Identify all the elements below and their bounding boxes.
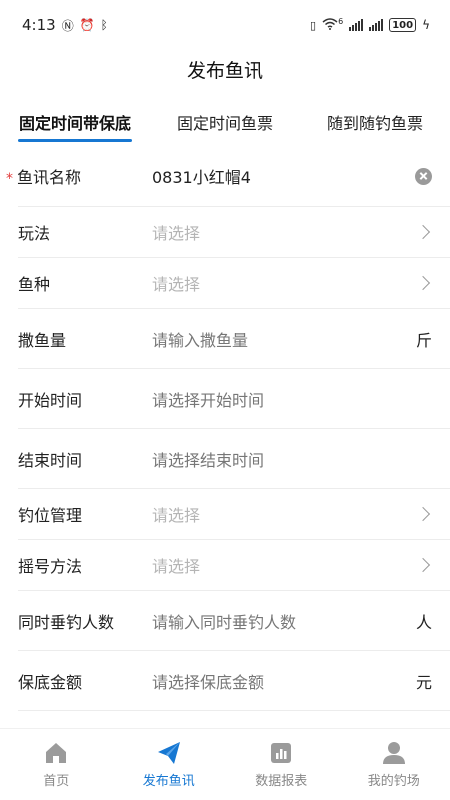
- clear-icon[interactable]: [415, 167, 432, 185]
- status-bar: 4:13 Ⓝ ⏰ ᛒ ▯ 6 100 ϟ: [0, 0, 450, 50]
- unit-label: 元: [415, 672, 432, 692]
- guarantee-amount-picker[interactable]: 请选择保底金额: [152, 669, 416, 693]
- field-label: 鱼种: [18, 275, 51, 294]
- status-right: ▯ 6 100 ϟ: [310, 16, 430, 33]
- nfc-icon: Ⓝ: [61, 18, 74, 33]
- form-row-name: * 鱼讯名称 0831小红帽4: [6, 146, 450, 207]
- signal-icon: [349, 19, 364, 31]
- field-label: 保底金额: [18, 672, 83, 692]
- battery-icon: 100: [389, 18, 417, 32]
- bluetooth-icon: ᛒ: [100, 18, 108, 32]
- nav-my-pond[interactable]: 我的钓场: [338, 729, 450, 800]
- nav-publish[interactable]: 发布鱼讯: [113, 729, 226, 800]
- unit-label: 人: [415, 612, 432, 632]
- page-title: 发布鱼讯: [186, 60, 263, 82]
- start-time-picker[interactable]: 请选择开始时间: [152, 387, 432, 411]
- wifi-badge: 6: [338, 16, 344, 26]
- nav-home[interactable]: 首页: [0, 729, 113, 800]
- chevron-right-icon: [415, 557, 431, 573]
- tab-bar: 固定时间带保底 固定时间鱼票 随到随钓鱼票: [0, 104, 450, 144]
- charging-icon: ϟ: [422, 18, 430, 32]
- user-icon: [382, 742, 405, 764]
- fish-info-name-input[interactable]: 0831小红帽4: [152, 164, 415, 188]
- status-left: 4:13 Ⓝ ⏰ ᛒ: [22, 16, 108, 34]
- chevron-right-icon: [415, 506, 431, 522]
- field-label: * 鱼讯名称: [6, 164, 152, 188]
- chevron-right-icon: [415, 224, 431, 240]
- tab-fixed-time-guarantee[interactable]: 固定时间带保底: [0, 104, 150, 144]
- wifi-icon: [322, 17, 338, 33]
- nav-label: 首页: [43, 774, 70, 789]
- nav-label: 我的钓场: [367, 774, 420, 789]
- home-icon: [46, 743, 67, 763]
- form-row-guarantee-amount[interactable]: 保底金额 请选择保底金额 元: [18, 651, 450, 711]
- report-icon: [271, 743, 292, 763]
- spot-management-select[interactable]: 请选择: [152, 502, 418, 526]
- nav-reports[interactable]: 数据报表: [225, 729, 338, 800]
- bottom-nav: 首页 发布鱼讯 数据报表 我的钓场: [0, 728, 450, 800]
- play-mode-select[interactable]: 请选择: [152, 220, 418, 244]
- signal-icon: [369, 19, 384, 31]
- field-label: 钓位管理: [18, 506, 83, 525]
- vibrate-icon: ▯: [310, 18, 317, 32]
- end-time-picker[interactable]: 请选择结束时间: [152, 447, 432, 471]
- tab-walk-in-ticket[interactable]: 随到随钓鱼票: [300, 104, 450, 144]
- battery-level: 100: [392, 19, 414, 31]
- alarm-icon: ⏰: [79, 18, 95, 32]
- form-row-start-time[interactable]: 开始时间 请选择开始时间: [18, 369, 450, 429]
- form-row-stock-amount: 撒鱼量 请输入撒鱼量 斤: [18, 309, 450, 369]
- publish-form: * 鱼讯名称 0831小红帽4 玩法 请选择 鱼种 请选择 撒鱼量 请输入撒鱼量 …: [0, 146, 450, 711]
- field-label: 玩法: [18, 224, 51, 243]
- status-time: 4:13: [22, 16, 56, 34]
- field-label: 结束时间: [18, 450, 83, 470]
- field-label: 撒鱼量: [18, 330, 67, 350]
- nav-label: 发布鱼讯: [142, 774, 195, 789]
- field-label: 同时垂钓人数: [18, 612, 115, 632]
- fish-species-select[interactable]: 请选择: [152, 271, 418, 295]
- tab-fixed-time-ticket[interactable]: 固定时间鱼票: [150, 104, 300, 144]
- send-icon: [157, 742, 180, 764]
- field-label: 开始时间: [18, 390, 83, 410]
- lottery-method-select[interactable]: 请选择: [152, 553, 418, 577]
- anglers-count-input[interactable]: 请输入同时垂钓人数: [152, 609, 416, 633]
- form-row-lottery-method[interactable]: 摇号方法 请选择: [18, 540, 450, 591]
- form-row-spot-management[interactable]: 钓位管理 请选择: [18, 489, 450, 540]
- stock-amount-input[interactable]: 请输入撒鱼量: [152, 327, 416, 351]
- form-row-fish-species[interactable]: 鱼种 请选择: [18, 258, 450, 309]
- required-mark: *: [6, 171, 13, 187]
- nav-label: 数据报表: [255, 774, 308, 789]
- form-row-end-time[interactable]: 结束时间 请选择结束时间: [18, 429, 450, 489]
- field-label-text: 鱼讯名称: [17, 168, 82, 187]
- unit-label: 斤: [415, 330, 432, 350]
- chevron-right-icon: [415, 275, 431, 291]
- field-label: 摇号方法: [18, 557, 83, 576]
- form-row-anglers-count: 同时垂钓人数 请输入同时垂钓人数 人: [18, 591, 450, 651]
- form-row-play-mode[interactable]: 玩法 请选择: [18, 207, 450, 258]
